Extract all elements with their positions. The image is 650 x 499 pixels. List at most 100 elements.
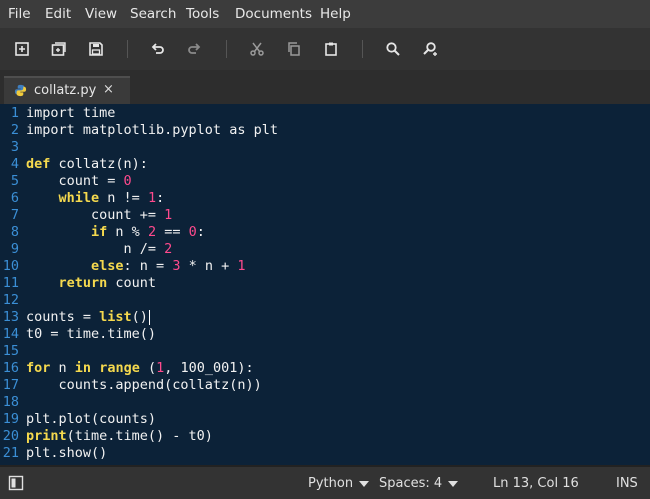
- number-token: 1: [164, 207, 173, 223]
- keyword-token: range: [99, 360, 140, 376]
- code-line: 8 if n % 2 == 0:: [0, 224, 650, 241]
- save-icon: [89, 42, 103, 56]
- copy-icon: [288, 42, 300, 56]
- code-token: :: [196, 224, 205, 240]
- line-number: 10: [2, 258, 19, 274]
- code-token: n !=: [99, 190, 148, 206]
- code-token: (: [139, 360, 157, 376]
- text-cursor: [148, 309, 150, 325]
- line-number: 15: [2, 343, 19, 359]
- line-number: 6: [10, 190, 19, 206]
- code-token: count +=: [26, 207, 165, 223]
- chevron-down-icon: [359, 480, 370, 487]
- code-text: t0 = time.time(): [26, 326, 156, 343]
- replace-icon: [423, 42, 437, 56]
- code-line: 6 while n != 1:: [0, 190, 650, 207]
- code-token: * n +: [180, 258, 238, 274]
- search-button[interactable]: [381, 37, 405, 61]
- code-line: 5 count = 0: [0, 173, 650, 190]
- keyword-token: print: [26, 428, 67, 444]
- language-selector[interactable]: Python: [308, 476, 370, 491]
- line-number: 7: [10, 207, 19, 223]
- menu-documents[interactable]: Documents: [235, 6, 312, 22]
- menu-edit[interactable]: Edit: [45, 6, 71, 22]
- cut-button[interactable]: [245, 37, 269, 61]
- line-number: 11: [2, 275, 19, 291]
- code-text: count += 1: [26, 207, 172, 224]
- number-token: 1: [147, 190, 157, 206]
- code-text: while n != 1:: [26, 190, 165, 207]
- code-line: 13 counts = list(): [0, 309, 650, 326]
- redo-icon: [188, 43, 201, 54]
- menu-search[interactable]: Search: [130, 6, 176, 22]
- status-bar: Python Spaces: 4 Ln 13, Col 16 INS: [0, 467, 650, 499]
- toolbar-separator: [226, 40, 227, 58]
- keyword-token: if: [91, 224, 108, 240]
- code-token: counts.append(collatz(n)): [26, 377, 262, 393]
- replace-button[interactable]: [418, 37, 442, 61]
- copy-button[interactable]: [282, 37, 306, 61]
- keyword-token: list: [99, 309, 132, 325]
- number-token: 1: [237, 258, 246, 274]
- new-document-icon: [15, 42, 29, 56]
- insert-mode: INS: [616, 476, 638, 491]
- code-line: 18: [0, 394, 650, 411]
- line-number: 19: [2, 411, 19, 427]
- paste-button[interactable]: [319, 37, 343, 61]
- code-line: 15: [0, 343, 650, 360]
- code-text: counts.append(collatz(n)): [26, 377, 262, 394]
- line-number: 13: [2, 309, 19, 325]
- language-label: Python: [308, 476, 354, 491]
- redo-button[interactable]: [182, 37, 206, 61]
- code-token: n: [50, 360, 75, 376]
- code-line: 12: [0, 292, 650, 309]
- line-number: 21: [2, 445, 19, 461]
- menu-view[interactable]: View: [85, 6, 117, 22]
- code-token: plt.plot(counts): [26, 411, 157, 427]
- number-token: 1: [156, 360, 165, 376]
- code-text: plt.show(): [26, 445, 107, 462]
- cursor-position: Ln 13, Col 16: [493, 476, 579, 491]
- save-button[interactable]: [84, 37, 108, 61]
- tab-collatz-py[interactable]: collatz.py ×: [4, 76, 130, 104]
- menu-file[interactable]: File: [8, 6, 31, 22]
- line-number: 16: [2, 360, 19, 376]
- new-window-button[interactable]: [47, 37, 71, 61]
- side-panel-toggle-icon[interactable]: [8, 475, 24, 491]
- new-window-icon: [51, 42, 66, 56]
- keyword-token: for: [26, 360, 51, 376]
- toolbar: [0, 28, 650, 70]
- code-token: counts =: [26, 309, 100, 325]
- code-text: import matplotlib.pyplot as plt: [26, 122, 278, 139]
- line-number: 4: [10, 156, 19, 172]
- code-line: 14 t0 = time.time(): [0, 326, 650, 343]
- close-icon[interactable]: ×: [103, 82, 114, 97]
- code-line: 19 plt.plot(counts): [0, 411, 650, 428]
- code-line: 17 counts.append(collatz(n)): [0, 377, 650, 394]
- line-number: 9: [10, 241, 19, 257]
- code-token: t0 = time.time(): [26, 326, 157, 342]
- keyword-token: return: [58, 275, 108, 291]
- code-token: n %: [107, 224, 148, 240]
- number-token: 2: [147, 224, 157, 240]
- menu-tools[interactable]: Tools: [186, 6, 219, 22]
- undo-button[interactable]: [146, 37, 170, 61]
- cut-icon: [250, 42, 264, 56]
- indent-label: Spaces: 4: [379, 476, 443, 491]
- code-token: n /=: [26, 241, 165, 257]
- line-number: 12: [2, 292, 19, 308]
- menu-help[interactable]: Help: [320, 6, 351, 22]
- tab-bar: collatz.py ×: [0, 70, 650, 104]
- indent-selector[interactable]: Spaces: 4: [379, 476, 459, 491]
- python-file-icon: [14, 84, 27, 97]
- code-token: count =: [26, 173, 124, 189]
- keyword-token: def: [26, 156, 51, 172]
- new-document-button[interactable]: [10, 37, 34, 61]
- line-number: 20: [2, 428, 19, 444]
- code-editor[interactable]: 1 import time 2 import matplotlib.pyplot as…: [0, 104, 650, 465]
- line-number: 2: [10, 122, 19, 138]
- code-token: plt.show(): [26, 445, 108, 461]
- code-line: 7 count += 1: [0, 207, 650, 224]
